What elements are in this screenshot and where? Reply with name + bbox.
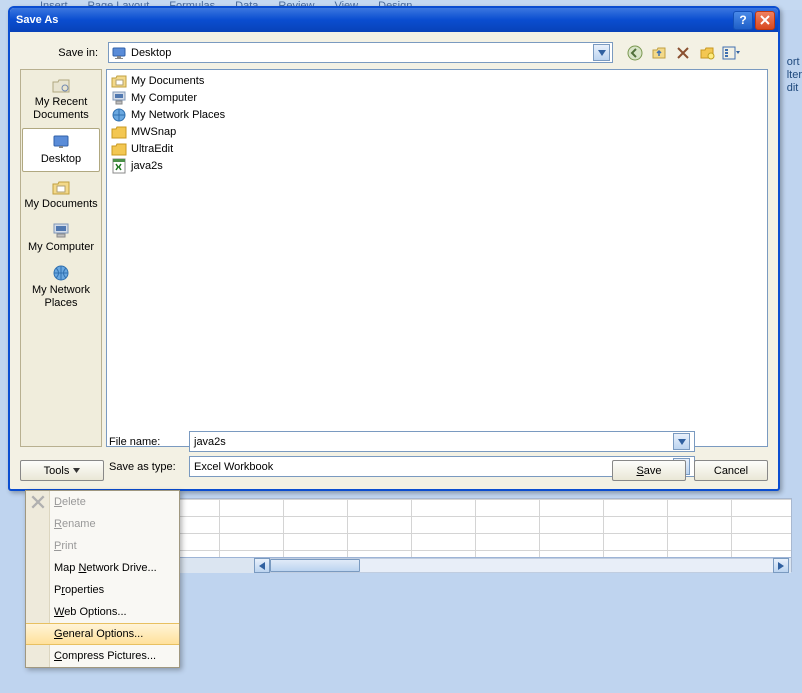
up-button[interactable]: [649, 43, 669, 63]
list-item[interactable]: MWSnap: [109, 123, 765, 140]
back-icon: [627, 45, 643, 61]
file-list[interactable]: My Documents My Computer My Network Plac…: [106, 69, 768, 447]
save-button[interactable]: Save: [612, 460, 686, 481]
computer-icon: [51, 221, 71, 239]
folder-icon: [111, 124, 127, 140]
back-button[interactable]: [625, 43, 645, 63]
menu-delete[interactable]: Delete: [26, 491, 179, 513]
desktop-icon: [51, 133, 71, 151]
list-item[interactable]: My Documents: [109, 72, 765, 89]
views-button[interactable]: [721, 43, 741, 63]
views-icon: [722, 45, 740, 61]
folder-up-icon: [651, 45, 667, 61]
list-item[interactable]: UltraEdit: [109, 140, 765, 157]
save-in-combo[interactable]: Desktop: [108, 42, 613, 63]
tools-menu: Delete Rename Print Map Network Drive...…: [25, 490, 180, 668]
places-bar: My Recent Documents Desktop My Documents…: [20, 69, 102, 447]
background-fragments: ortlterdit: [787, 56, 802, 96]
network-icon: [111, 107, 127, 123]
place-desktop[interactable]: Desktop: [22, 128, 100, 171]
close-icon: [760, 15, 770, 25]
delete-icon: [676, 46, 690, 60]
folder-docs-icon: [111, 73, 127, 89]
list-item[interactable]: My Computer: [109, 89, 765, 106]
folder-icon: [111, 141, 127, 157]
file-name-label: File name:: [109, 436, 183, 448]
recent-icon: [51, 76, 71, 94]
mydocs-icon: [51, 178, 71, 196]
chevron-down-icon[interactable]: [673, 433, 690, 450]
tools-label: Tools: [44, 465, 70, 477]
network-icon: [51, 264, 71, 282]
titlebar-text: Save As: [16, 14, 733, 26]
menu-web-options[interactable]: Web Options...: [26, 601, 179, 623]
chevron-down-icon[interactable]: [593, 44, 610, 61]
new-folder-icon: [699, 45, 715, 61]
titlebar[interactable]: Save As ?: [10, 8, 778, 32]
menu-rename[interactable]: Rename: [26, 513, 179, 535]
scroll-right-button[interactable]: [773, 558, 789, 573]
chevron-down-icon: [73, 468, 80, 473]
menu-properties[interactable]: Properties: [26, 579, 179, 601]
menu-map-drive[interactable]: Map Network Drive...: [26, 557, 179, 579]
tools-button[interactable]: Tools: [20, 460, 104, 481]
place-network[interactable]: My Network Places: [22, 260, 100, 314]
x-icon: [30, 494, 46, 510]
help-button[interactable]: ?: [733, 11, 753, 30]
scroll-left-button[interactable]: [254, 558, 270, 573]
scroll-thumb[interactable]: [270, 559, 360, 572]
close-button[interactable]: [755, 11, 775, 30]
desktop-icon: [111, 45, 127, 61]
excel-icon: [111, 158, 127, 174]
menu-compress[interactable]: Compress Pictures...: [26, 645, 179, 667]
save-type-label: Save as type:: [109, 461, 183, 473]
delete-button[interactable]: [673, 43, 693, 63]
horizontal-scrollbar[interactable]: [254, 558, 789, 573]
place-mydocs[interactable]: My Documents: [22, 174, 100, 215]
list-item[interactable]: My Network Places: [109, 106, 765, 123]
list-item[interactable]: java2s: [109, 157, 765, 174]
place-recent[interactable]: My Recent Documents: [22, 72, 100, 126]
file-name-input[interactable]: java2s: [189, 431, 695, 452]
menu-general-options[interactable]: General Options...: [26, 623, 179, 645]
save-as-dialog: Save As ? Save in: Desktop: [8, 6, 780, 491]
computer-icon: [111, 90, 127, 106]
menu-print[interactable]: Print: [26, 535, 179, 557]
new-folder-button[interactable]: [697, 43, 717, 63]
place-mycomp[interactable]: My Computer: [22, 217, 100, 258]
cancel-button[interactable]: Cancel: [694, 460, 768, 481]
save-in-label: Save in:: [20, 47, 102, 59]
